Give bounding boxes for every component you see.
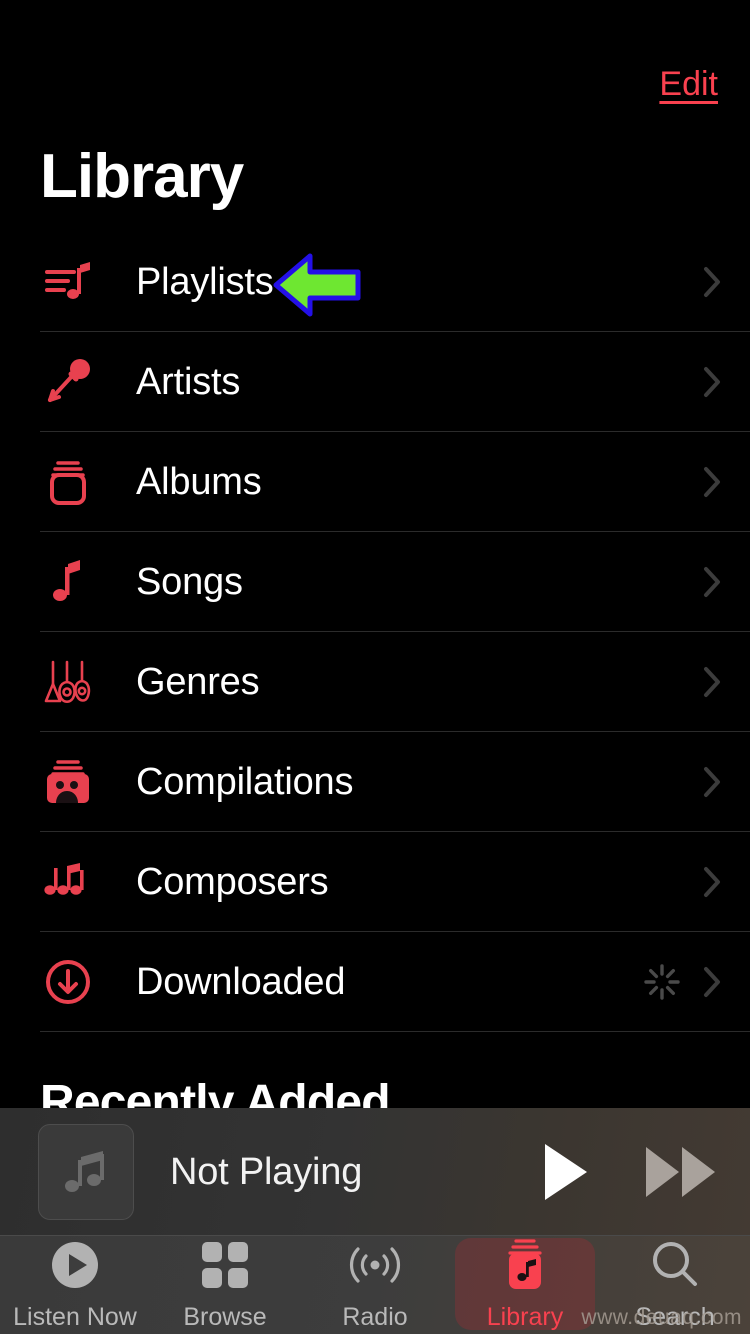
library-row-downloaded[interactable]: Downloaded bbox=[0, 932, 750, 1032]
guitars-icon bbox=[40, 654, 96, 710]
chevron-right-icon bbox=[704, 667, 720, 697]
library-list: Playlists Artists Albums Songs Genres Co… bbox=[0, 232, 750, 1032]
library-row-artists[interactable]: Artists bbox=[0, 332, 750, 432]
row-accessory bbox=[702, 365, 722, 399]
library-row-label: Playlists bbox=[136, 261, 274, 303]
play-icon bbox=[545, 1143, 587, 1200]
row-accessory bbox=[702, 665, 722, 699]
play-circle-icon bbox=[46, 1238, 104, 1292]
chevron-right-icon bbox=[704, 367, 720, 397]
library-row-composers[interactable]: Composers bbox=[0, 832, 750, 932]
watermark: www.deuaq.com bbox=[581, 1306, 742, 1329]
music-library-screen: Edit Library Playlists Artists Albums So… bbox=[0, 0, 750, 1334]
row-accessory bbox=[702, 565, 722, 599]
album-icon bbox=[40, 454, 96, 510]
music-notes-icon bbox=[40, 854, 96, 910]
row-accessory bbox=[702, 865, 722, 899]
library-row-label: Genres bbox=[136, 661, 260, 703]
library-row-label: Downloaded bbox=[136, 961, 346, 1003]
chevron-right-icon bbox=[704, 567, 720, 597]
library-row-label: Albums bbox=[136, 461, 262, 503]
playlist-icon bbox=[40, 254, 96, 310]
library-row-compilations[interactable]: Compilations bbox=[0, 732, 750, 832]
library-icon bbox=[496, 1238, 554, 1292]
row-accessory bbox=[640, 960, 722, 1004]
mini-player[interactable]: Not Playing bbox=[0, 1108, 750, 1236]
chevron-right-icon bbox=[704, 267, 720, 297]
chevron-right-icon bbox=[704, 767, 720, 797]
tab-label: Library bbox=[486, 1303, 564, 1331]
library-row-albums[interactable]: Albums bbox=[0, 432, 750, 532]
chevron-right-icon bbox=[704, 967, 720, 997]
broadcast-icon bbox=[346, 1238, 404, 1292]
download-icon bbox=[40, 954, 96, 1010]
chevron-right-icon bbox=[704, 867, 720, 897]
row-accessory bbox=[702, 465, 722, 499]
row-accessory bbox=[702, 265, 722, 299]
tab-library[interactable]: Library bbox=[450, 1236, 600, 1334]
fast-forward-icon bbox=[646, 1146, 715, 1197]
library-row-label: Songs bbox=[136, 561, 243, 603]
tab-label: Listen Now bbox=[13, 1303, 137, 1331]
library-row-genres[interactable]: Genres bbox=[0, 632, 750, 732]
tab-browse[interactable]: Browse bbox=[150, 1236, 300, 1334]
music-note-icon bbox=[40, 554, 96, 610]
page-title: Library bbox=[40, 142, 244, 211]
library-row-label: Artists bbox=[136, 361, 241, 403]
now-playing-artwork bbox=[38, 1123, 134, 1220]
library-row-label: Compilations bbox=[136, 761, 354, 803]
compilation-icon bbox=[40, 754, 96, 810]
chevron-right-icon bbox=[704, 467, 720, 497]
music-note-placeholder-icon bbox=[65, 1150, 104, 1192]
fast-forward-button[interactable] bbox=[642, 1139, 720, 1205]
activity-spinner-icon bbox=[644, 964, 680, 1000]
tab-radio[interactable]: Radio bbox=[300, 1236, 450, 1334]
library-row-label: Composers bbox=[136, 861, 329, 903]
library-row-playlists[interactable]: Playlists bbox=[0, 232, 750, 332]
navigation-bar: Edit bbox=[0, 0, 750, 120]
microphone-icon bbox=[40, 354, 96, 410]
tab-label: Browse bbox=[183, 1303, 267, 1331]
search-icon bbox=[646, 1238, 704, 1292]
now-playing-title: Not Playing bbox=[170, 1150, 363, 1193]
tab-listen-now[interactable]: Listen Now bbox=[0, 1236, 150, 1334]
grid-squares-icon bbox=[196, 1238, 254, 1292]
tab-label: Radio bbox=[342, 1303, 408, 1331]
edit-button[interactable]: Edit bbox=[659, 64, 718, 104]
row-accessory bbox=[702, 765, 722, 799]
library-row-songs[interactable]: Songs bbox=[0, 532, 750, 632]
play-button[interactable] bbox=[532, 1139, 598, 1205]
